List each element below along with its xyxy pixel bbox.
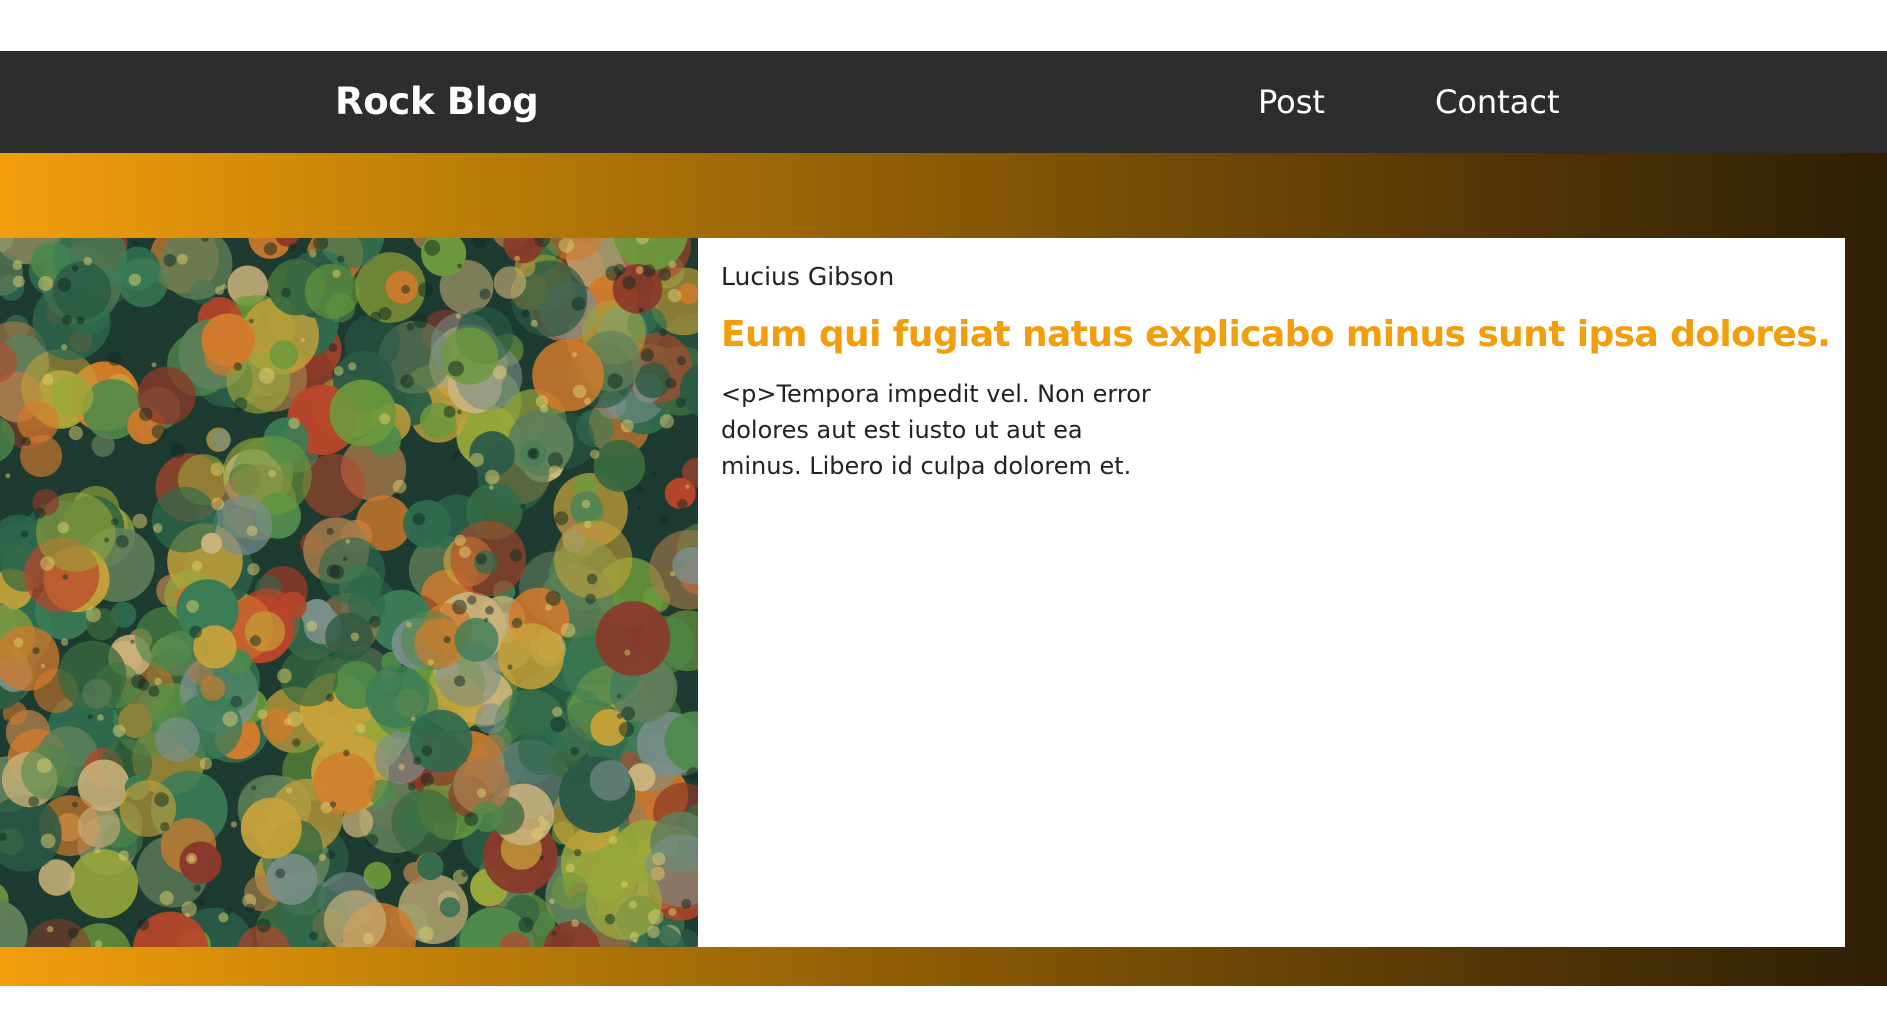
nav-link-post[interactable]: Post xyxy=(1258,51,1325,153)
post-excerpt: <p>Tempora impedit vel. Non error dolore… xyxy=(721,380,1151,480)
post-image[interactable] xyxy=(0,238,698,947)
page: Rock Blog Post Contact Lucius Gibson Eum… xyxy=(0,0,1887,1024)
post-author: Lucius Gibson xyxy=(721,262,895,291)
brand-logo-link[interactable]: Rock Blog xyxy=(335,51,539,153)
forest-image xyxy=(0,238,698,947)
post-card[interactable]: Lucius Gibson Eum qui fugiat natus expli… xyxy=(0,238,1845,947)
nav-link-contact[interactable]: Contact xyxy=(1435,51,1560,153)
post-title[interactable]: Eum qui fugiat natus explicabo minus sun… xyxy=(721,314,1831,355)
post-body: Lucius Gibson Eum qui fugiat natus expli… xyxy=(721,238,1831,947)
navbar: Rock Blog Post Contact xyxy=(0,51,1887,153)
